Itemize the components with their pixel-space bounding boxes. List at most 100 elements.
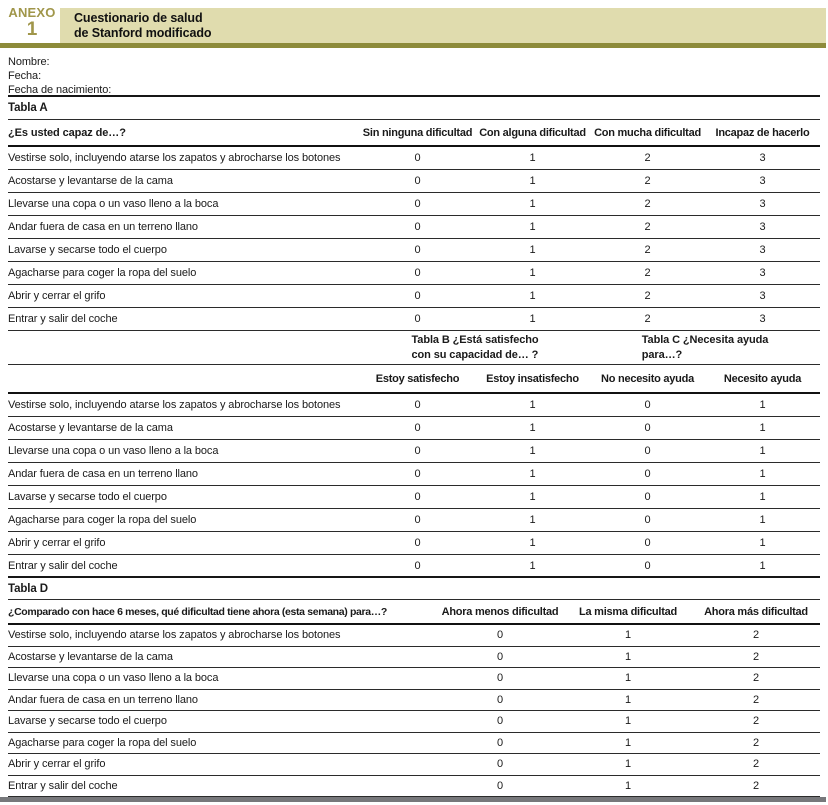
score-value: 1 [475,445,590,457]
activity-label: Entrar y salir del coche [8,313,360,325]
score-value: 2 [590,198,705,210]
activity-label: Lavarse y secarse todo el cuerpo [8,244,360,256]
score-value: 1 [475,290,590,302]
score-value: 1 [475,267,590,279]
questionnaire-body: Tabla A ¿Es usted capaz de…? Sin ninguna… [8,97,820,797]
score-value: 1 [475,244,590,256]
score-value: 1 [564,758,692,770]
table-row: Entrar y salir del coche012 [8,776,820,798]
score-value: 3 [705,267,820,279]
table-a-question: ¿Es usted capaz de…? [8,127,360,139]
table-row: Entrar y salir del coche0101 [8,555,820,578]
score-value: 0 [436,780,564,792]
score-value: 2 [590,290,705,302]
activity-label: Andar fuera de casa en un terreno llano [8,221,360,233]
table-row: Llevarse una copa o un vaso lleno a la b… [8,193,820,216]
column-header: Estoy satisfecho [360,373,475,385]
score-value: 0 [590,422,705,434]
table-row: Abrir y cerrar el grifo0101 [8,532,820,555]
score-value: 1 [705,422,820,434]
annex-badge: ANEXO 1 [6,5,58,39]
table-row: Andar fuera de casa en un terreno llano0… [8,690,820,712]
score-value: 1 [475,313,590,325]
activity-label: Agacharse para coger la ropa del suelo [8,514,360,526]
activity-label: Vestirse solo, incluyendo atarse los zap… [8,629,436,641]
table-row: Agacharse para coger la ropa del suelo01… [8,262,820,285]
score-value: 1 [475,491,590,503]
score-value: 1 [475,422,590,434]
score-value: 1 [564,715,692,727]
score-value: 0 [360,491,475,503]
score-value: 1 [475,514,590,526]
activity-label: Entrar y salir del coche [8,560,360,572]
column-header: Necesito ayuda [705,373,820,385]
table-a-body: Vestirse solo, incluyendo atarse los zap… [8,147,820,331]
table-row: Agacharse para coger la ropa del suelo01… [8,733,820,755]
score-value: 0 [590,399,705,411]
score-value: 2 [692,758,820,770]
table-row: Abrir y cerrar el grifo012 [8,754,820,776]
score-value: 0 [360,198,475,210]
title-banner: Cuestionario de salud de Stanford modifi… [60,8,826,43]
table-a-header-row: ¿Es usted capaz de…? Sin ninguna dificul… [8,120,820,147]
activity-label: Entrar y salir del coche [8,780,436,792]
score-value: 0 [590,537,705,549]
score-value: 0 [590,514,705,526]
score-value: 1 [475,175,590,187]
activity-label: Acostarse y levantarse de la cama [8,175,360,187]
table-c-title-line2: para…? [642,348,769,363]
score-value: 2 [692,737,820,749]
score-value: 0 [360,422,475,434]
score-value: 0 [436,651,564,663]
score-value: 3 [705,175,820,187]
score-value: 0 [360,267,475,279]
score-value: 0 [360,514,475,526]
table-row: Vestirse solo, incluyendo atarse los zap… [8,625,820,647]
activity-label: Llevarse una copa o un vaso lleno a la b… [8,445,360,457]
score-value: 2 [692,651,820,663]
score-value: 0 [360,290,475,302]
score-value: 1 [475,399,590,411]
column-header: Ahora más dificultad [692,606,820,618]
table-row: Lavarse y secarse todo el cuerpo0101 [8,486,820,509]
score-value: 1 [705,468,820,480]
birthdate-field-label: Fecha de nacimiento: [8,83,820,97]
table-bc-header-row: Estoy satisfecho Estoy insatisfecho No n… [8,365,820,394]
score-value: 0 [360,152,475,164]
table-row: Lavarse y secarse todo el cuerpo0123 [8,239,820,262]
score-value: 0 [360,221,475,233]
score-value: 0 [360,560,475,572]
score-value: 1 [564,780,692,792]
score-value: 0 [590,491,705,503]
column-header: Con mucha dificultad [590,127,705,139]
table-b-title-line2: con su capacidad de… ? [412,348,539,363]
activity-label: Agacharse para coger la ropa del suelo [8,267,360,279]
score-value: 0 [360,399,475,411]
score-value: 0 [360,445,475,457]
page-subtitle: de Stanford modificado [74,26,826,41]
column-header: No necesito ayuda [590,373,705,385]
column-header: La misma dificultad [564,606,692,618]
score-value: 2 [590,152,705,164]
table-d-question: ¿Comparado con hace 6 meses, qué dificul… [8,606,436,618]
score-value: 1 [705,560,820,572]
table-d-body: Vestirse solo, incluyendo atarse los zap… [8,625,820,797]
score-value: 1 [705,445,820,457]
activity-label: Lavarse y secarse todo el cuerpo [8,491,360,503]
activity-label: Llevarse una copa o un vaso lleno a la b… [8,672,436,684]
score-value: 2 [692,780,820,792]
score-value: 0 [436,672,564,684]
table-bc-body: Vestirse solo, incluyendo atarse los zap… [8,394,820,578]
annex-number: 1 [6,20,58,39]
score-value: 2 [692,694,820,706]
table-d-header-row: ¿Comparado con hace 6 meses, qué dificul… [8,600,820,625]
score-value: 3 [705,221,820,233]
score-value: 2 [590,175,705,187]
score-value: 1 [705,514,820,526]
page-title: Cuestionario de salud [74,11,826,26]
activity-label: Abrir y cerrar el grifo [8,290,360,302]
score-value: 1 [705,491,820,503]
score-value: 2 [692,715,820,727]
table-row: Acostarse y levantarse de la cama0123 [8,170,820,193]
page-bottom-bar [0,797,826,802]
